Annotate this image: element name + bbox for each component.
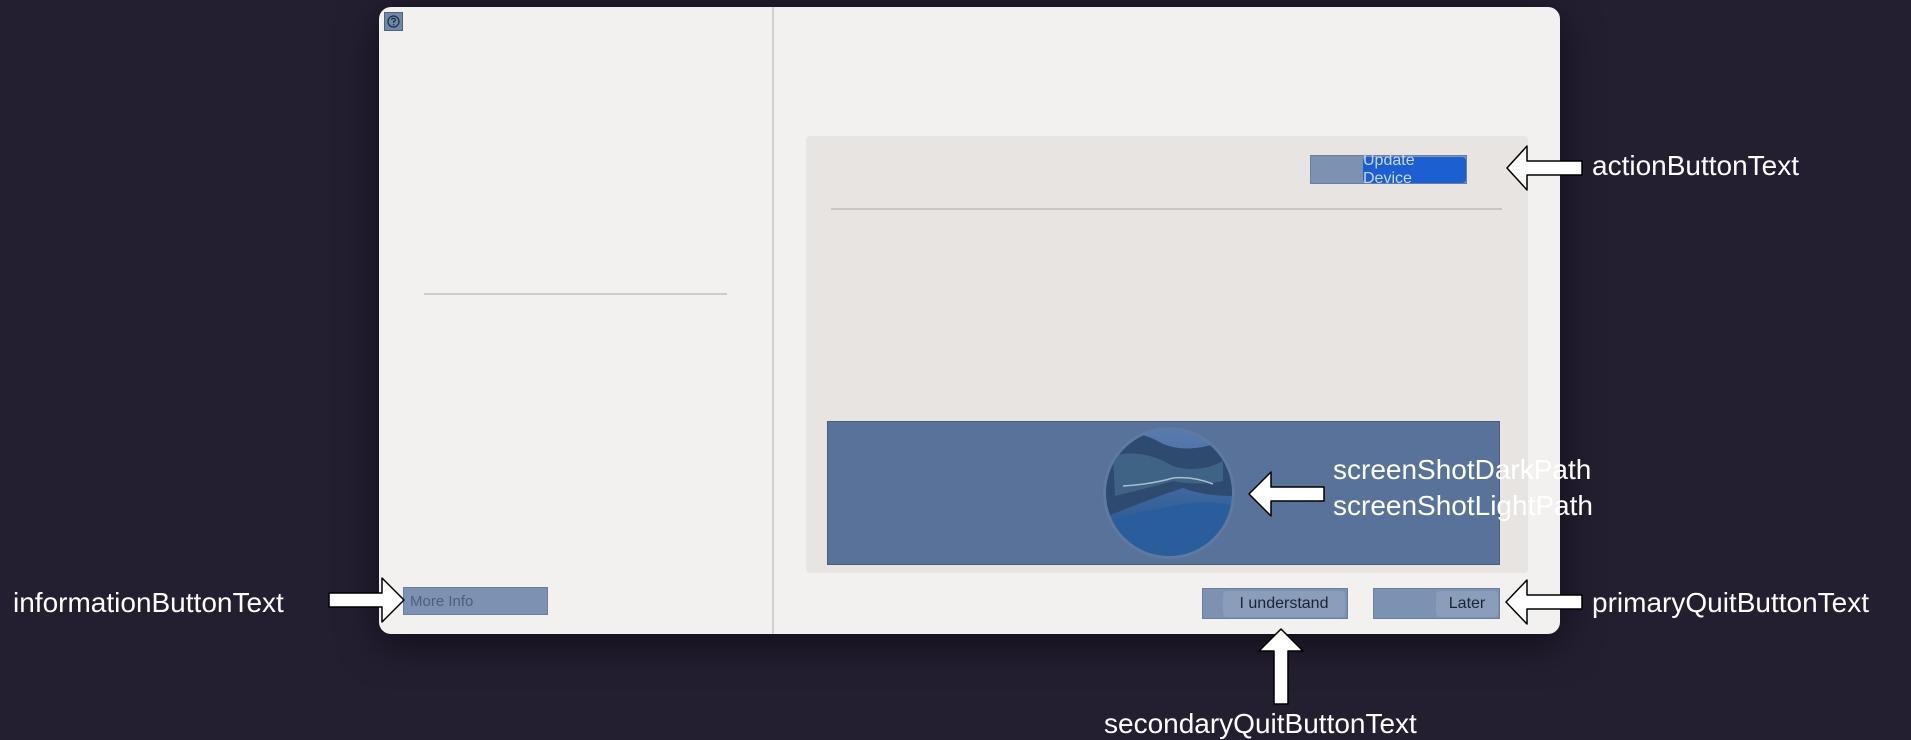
secondary-quit-arrow bbox=[1258, 628, 1304, 705]
screenshot-light-annotation: screenShotLightPath bbox=[1333, 490, 1593, 521]
information-button-annotation: informationButtonText bbox=[13, 587, 284, 618]
information-arrow bbox=[328, 577, 405, 623]
primary-quit-arrow bbox=[1505, 579, 1583, 625]
primary-quit-annotation: primaryQuitButtonText bbox=[1592, 587, 1869, 618]
secondary-quit-annotation: secondaryQuitButtonText bbox=[1104, 708, 1417, 739]
action-button-annotation: actionButtonText bbox=[1592, 150, 1800, 181]
action-arrow bbox=[1506, 145, 1583, 191]
annotation-arrows bbox=[328, 145, 1583, 705]
screenshot-dark-annotation: screenShotDarkPath bbox=[1333, 454, 1592, 485]
screenshot-arrow bbox=[1248, 471, 1325, 517]
